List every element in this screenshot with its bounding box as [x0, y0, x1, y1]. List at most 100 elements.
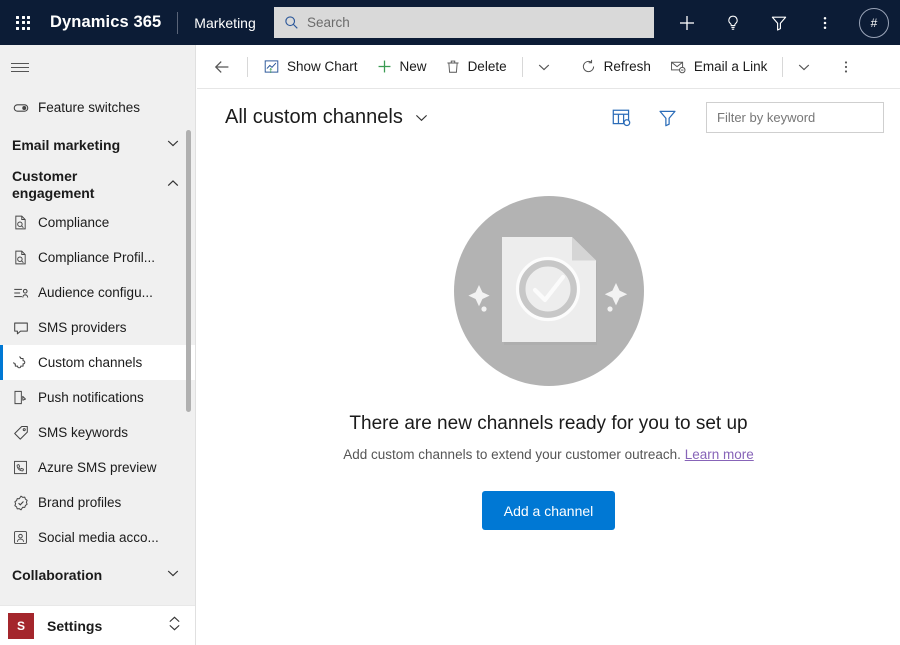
view-selector-button[interactable]: [413, 109, 430, 126]
topnav-more-button[interactable]: [802, 0, 848, 45]
chevron-down-icon: [415, 114, 427, 121]
main-content: Show Chart New Delete Refresh Email a Li…: [197, 45, 900, 645]
sidebar-item-label: SMS providers: [38, 320, 127, 335]
more-vertical-icon: [845, 60, 848, 73]
add-a-channel-button[interactable]: Add a channel: [481, 491, 616, 530]
email-link-icon: [670, 61, 686, 74]
chevron-up-icon: [165, 175, 181, 196]
keyword-filter-input[interactable]: Filter by keyword: [706, 101, 884, 133]
document-search-icon: [12, 249, 38, 266]
sidebar-item-label: Feature switches: [38, 100, 141, 115]
topnav-filter-button[interactable]: [756, 0, 802, 45]
audience-list-icon: [12, 284, 38, 302]
view-bar-actions: Filter by keyword: [608, 101, 884, 133]
command-label: Email a Link: [693, 59, 768, 74]
new-button[interactable]: New: [367, 45, 436, 89]
area-badge: S: [8, 612, 34, 639]
sidebar-toggle-button[interactable]: [0, 45, 195, 90]
edit-columns-icon: [612, 109, 630, 126]
sidebar-item-label: Custom channels: [38, 355, 143, 370]
command-label: Show Chart: [287, 59, 358, 74]
plus-icon: [680, 15, 694, 30]
email-a-link-button[interactable]: Email a Link: [660, 45, 777, 89]
sidebar-item-azure-sms-preview[interactable]: Azure SMS preview: [0, 450, 195, 485]
badge-check-icon: [12, 494, 38, 512]
arrow-left-icon: [214, 60, 229, 73]
chevron-down-icon: [799, 64, 810, 70]
tag-icon: [12, 424, 38, 442]
global-search-input[interactable]: Search: [274, 7, 654, 38]
show-chart-button[interactable]: Show Chart: [254, 45, 367, 89]
command-separator: [247, 56, 248, 77]
empty-state-subtext-text: Add custom channels to extend your custo…: [343, 447, 681, 462]
sidebar-item-label: Compliance: [38, 215, 110, 230]
empty-state: There are new channels ready for you to …: [197, 145, 900, 530]
plus-green-icon: [378, 60, 390, 73]
more-vertical-icon: [823, 16, 827, 29]
quick-create-button[interactable]: [664, 0, 710, 45]
sidebar-group-collaboration[interactable]: Collaboration: [0, 555, 195, 595]
toggle-icon: [12, 99, 38, 117]
sidebar-nav-scroll: Feature switches Email marketing Custome…: [0, 90, 195, 588]
command-label: Refresh: [603, 59, 651, 74]
edit-columns-button[interactable]: [608, 104, 634, 130]
topnav-actions: #: [664, 0, 900, 45]
nav-divider: [177, 11, 179, 34]
top-navigation-bar: Dynamics 365 Marketing Search #: [0, 0, 900, 45]
user-avatar-button[interactable]: #: [848, 0, 900, 45]
app-launcher-button[interactable]: [0, 0, 46, 45]
sidebar-item-compliance[interactable]: Compliance: [0, 205, 195, 240]
refresh-icon: [582, 59, 594, 73]
view-selector-label: All custom channels: [225, 105, 403, 128]
command-bar: Show Chart New Delete Refresh Email a Li…: [197, 45, 900, 89]
hamburger-icon: [11, 60, 29, 75]
waffle-icon: [16, 15, 30, 30]
brand-title: Dynamics 365: [50, 13, 162, 31]
sidebar-item-compliance-profiles[interactable]: Compliance Profil...: [0, 240, 195, 275]
command-overflow-chevron-1[interactable]: [529, 45, 559, 89]
learn-more-link[interactable]: Learn more: [685, 447, 754, 462]
sidebar-item-brand-profiles[interactable]: Brand profiles: [0, 485, 195, 520]
up-down-chevron-icon: [167, 615, 182, 637]
sidebar-item-feature-switches[interactable]: Feature switches: [0, 90, 195, 125]
sidebar-item-label: SMS keywords: [38, 425, 129, 440]
sidebar-item-label: Compliance Profil...: [38, 250, 156, 265]
sidebar-item-social-media-accounts[interactable]: Social media acco...: [0, 520, 195, 555]
chart-icon: [264, 60, 279, 73]
command-overflow-chevron-2[interactable]: [789, 45, 819, 89]
delete-button[interactable]: Delete: [436, 45, 516, 89]
area-switcher-settings[interactable]: S Settings: [0, 605, 195, 645]
sidebar-scrollbar-thumb[interactable]: [185, 130, 191, 412]
sidebar-group-email-marketing[interactable]: Email marketing: [0, 125, 195, 165]
sidebar-item-audience-configuration[interactable]: Audience configu...: [0, 275, 195, 310]
trash-icon: [446, 60, 459, 73]
keyword-filter-placeholder: Filter by keyword: [717, 109, 816, 125]
view-bar: All custom channels Filter by keyword: [197, 89, 900, 145]
person-frame-icon: [12, 529, 38, 546]
sidebar-item-label: Azure SMS preview: [38, 460, 157, 475]
command-label: New: [399, 59, 427, 74]
sidebar-item-custom-channels[interactable]: Custom channels: [0, 345, 195, 380]
chevron-down-icon: [165, 135, 181, 156]
avatar: #: [859, 7, 889, 38]
document-search-icon: [12, 214, 38, 231]
view-filter-button[interactable]: [654, 104, 680, 130]
sidebar-item-sms-keywords[interactable]: SMS keywords: [0, 415, 195, 450]
sidebar-scrollbar[interactable]: [184, 90, 192, 588]
sidebar-item-sms-providers[interactable]: SMS providers: [0, 310, 195, 345]
chevron-down-icon: [538, 64, 549, 70]
filter-icon: [658, 110, 676, 126]
sidebar-item-push-notifications[interactable]: Push notifications: [0, 380, 195, 415]
refresh-button[interactable]: Refresh: [571, 45, 660, 89]
help-button[interactable]: [710, 0, 756, 45]
sidebar-group-customer-engagement[interactable]: Customer engagement: [0, 165, 195, 205]
sidebar-group-label: Customer engagement: [12, 168, 95, 201]
app-root: Dynamics 365 Marketing Search # Feature …: [0, 0, 900, 645]
command-label: Delete: [467, 59, 507, 74]
sidebar: Feature switches Email marketing Custome…: [0, 45, 196, 645]
document-check-sparkle-illustration: [453, 196, 644, 386]
command-more-button[interactable]: [831, 45, 861, 89]
chat-bubble-icon: [12, 319, 38, 337]
sidebar-item-label: Social media acco...: [38, 530, 159, 545]
back-button[interactable]: [203, 45, 241, 89]
